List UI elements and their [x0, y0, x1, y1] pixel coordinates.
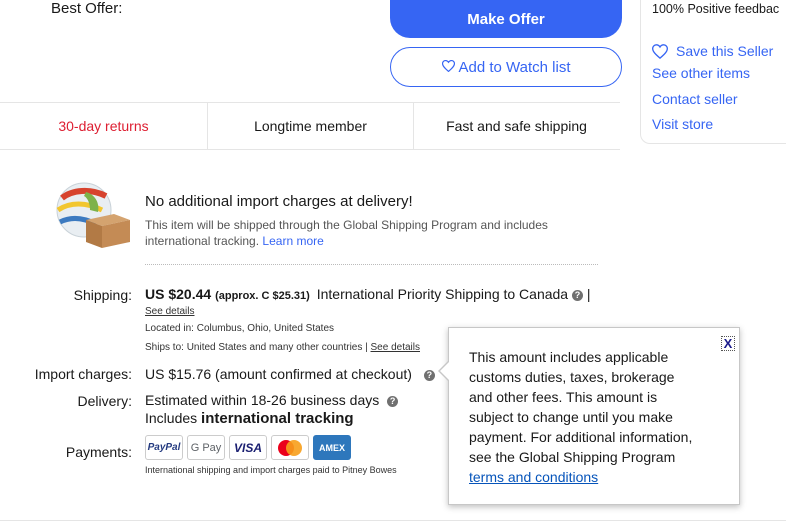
divider [145, 264, 598, 265]
ships-to: Ships to: United States and many other c… [145, 342, 420, 353]
tracking-text: international tracking [201, 410, 354, 427]
includes-text: Includes [145, 410, 198, 426]
divider [0, 520, 786, 521]
shipping-service: International Priority Shipping to Canad… [316, 286, 569, 302]
tab-fast-shipping[interactable]: Fast and safe shipping [413, 103, 620, 149]
import-notice-body-line2: international tracking. Learn more [145, 234, 324, 248]
save-seller-link[interactable]: Save this Seller [652, 43, 773, 59]
payments-label: Payments: [65, 444, 132, 460]
help-icon[interactable]: ? [423, 370, 435, 381]
heart-icon [441, 59, 455, 76]
import-notice-body-text: international tracking. [145, 234, 260, 248]
learn-more-link[interactable]: Learn more [262, 234, 323, 248]
tooltip-line: see the Global Shipping Program [469, 449, 676, 465]
tooltip-line: customs duties, taxes, brokerage [469, 369, 675, 385]
payments-note: International shipping and import charge… [145, 465, 397, 475]
divider [0, 149, 620, 150]
paypal-icon: PayPal [145, 435, 183, 460]
heart-icon [652, 43, 668, 59]
import-notice-title: No additional import charges at delivery… [145, 193, 413, 210]
best-offer-label: Best Offer: [51, 0, 123, 17]
tab-returns[interactable]: 30-day returns [0, 103, 207, 149]
help-icon[interactable]: ? [572, 290, 583, 301]
import-charges-tooltip: X This amount includes applicable custom… [438, 327, 740, 505]
delivery-label: Delivery: [77, 393, 132, 409]
watchlist-label: Add to Watch list [458, 58, 571, 76]
tooltip-line: and other fees. This amount is [469, 389, 658, 405]
tooltip-pointer-fill [440, 361, 450, 381]
import-notice-body: This item will be shipped through the Gl… [145, 218, 548, 232]
located-value: Columbus, Ohio, United States [196, 323, 335, 334]
shipping-see-details-link[interactable]: See details [145, 306, 194, 317]
delivery-estimate-line: Estimated within 18-26 business days ? [145, 392, 399, 408]
mastercard-icon [271, 435, 309, 460]
visa-icon: VISA [229, 435, 267, 460]
import-charges-line: US $15.76 (amount confirmed at checkout)… [145, 366, 435, 382]
seller-panel: 100% Positive feedbac Save this Seller S… [640, 0, 786, 144]
tooltip-line: This amount includes applicable [469, 349, 669, 365]
shipping-label: Shipping: [73, 287, 132, 303]
terms-and-conditions-link[interactable]: terms and conditions [469, 467, 692, 487]
ships-to-value: United States and many other countries | [186, 342, 368, 353]
help-icon[interactable]: ? [387, 396, 399, 407]
import-charges-value: US $15.76 (amount confirmed at checkout) [145, 366, 412, 382]
shipping-price: US $20.44 [145, 286, 212, 302]
tooltip-line: payment. For additional information, [469, 429, 693, 445]
tooltip-line: subject to change until you make [469, 409, 673, 425]
contact-seller-link[interactable]: Contact seller [652, 91, 738, 107]
visit-store-link[interactable]: Visit store [652, 116, 713, 132]
ships-to-see-details-link[interactable]: See details [371, 342, 420, 353]
tooltip-close-button[interactable]: X [721, 336, 735, 351]
import-charges-label: Import charges: [34, 366, 132, 382]
delivery-tracking-line: Includes international tracking [145, 410, 354, 427]
make-offer-button[interactable]: Make Offer [390, 0, 622, 38]
located-in: Located in: Columbus, Ohio, United State… [145, 323, 334, 334]
located-label: Located in: [145, 323, 194, 334]
ships-to-label: Ships to: [145, 342, 184, 353]
tab-longtime-member[interactable]: Longtime member [207, 103, 414, 149]
shipping-approx: (approx. C $25.31) [215, 290, 310, 302]
see-other-items-link[interactable]: See other items [652, 65, 750, 81]
delivery-estimate: Estimated within 18-26 business days [145, 392, 380, 408]
shipping-line: US $20.44 (approx. C $25.31) Internation… [145, 286, 591, 302]
save-seller-label: Save this Seller [676, 43, 774, 59]
global-shipping-icon [50, 180, 132, 250]
tooltip-text: This amount includes applicable customs … [469, 347, 692, 487]
add-to-watchlist-button[interactable]: Add to Watch list [390, 47, 622, 87]
positive-feedback: 100% Positive feedbac [652, 2, 780, 16]
separator: | [586, 286, 591, 302]
google-pay-icon: G Pay [187, 435, 225, 460]
amex-icon: AMEX [313, 435, 351, 460]
